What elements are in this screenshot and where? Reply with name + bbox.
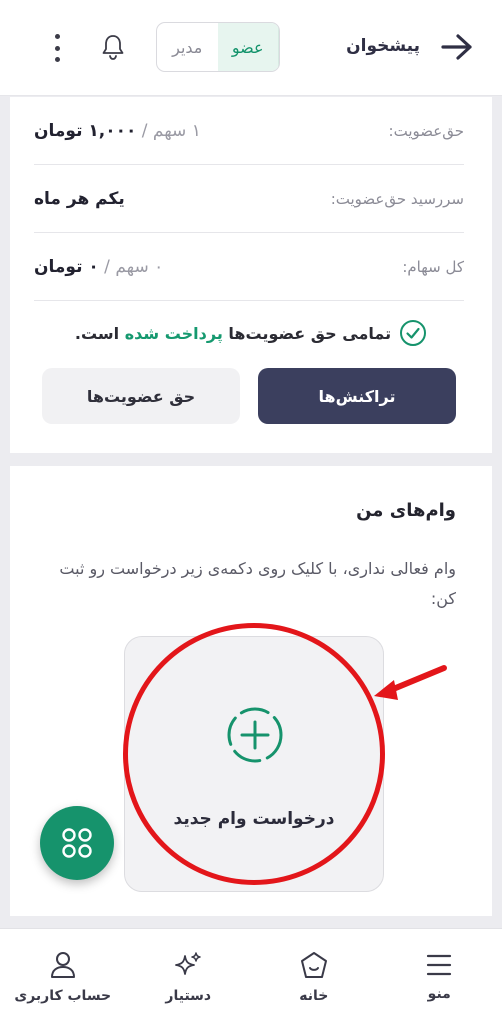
paid-status-text: تمامی حق عضویت‌ها پرداخت شده است. xyxy=(75,324,391,343)
role-manager-tab[interactable]: مدیر xyxy=(157,23,218,71)
nav-assistant[interactable]: دستیار xyxy=(126,929,252,1024)
home-icon xyxy=(300,951,327,978)
membership-due-value: یکم هر ماه xyxy=(34,188,125,209)
top-header: پیشخوان مدیر عضو xyxy=(0,0,502,96)
memberships-button[interactable]: حق عضویت‌ها xyxy=(42,368,240,424)
paid-highlight: پرداخت شده xyxy=(124,323,223,343)
page-title: پیشخوان xyxy=(346,36,420,56)
bell-icon xyxy=(102,35,124,60)
paid-suffix: است. xyxy=(74,323,120,343)
add-circle-icon xyxy=(227,707,283,763)
more-options-button[interactable] xyxy=(44,32,70,64)
user-icon xyxy=(50,951,75,978)
membership-due-label: سررسید حق‌عضویت: xyxy=(330,189,464,208)
nav-home[interactable]: خانه xyxy=(251,929,377,1024)
nav-assistant-label: دستیار xyxy=(165,987,212,1004)
more-vertical-icon xyxy=(54,34,60,39)
nav-menu[interactable]: منو xyxy=(377,929,502,1024)
membership-due-row: سررسید حق‌عضویت: یکم هر ماه xyxy=(34,165,464,233)
check-circle-icon xyxy=(400,320,427,346)
new-loan-button[interactable]: درخواست وام جدید xyxy=(124,636,384,892)
membership-fee-amount: ۱,۰۰۰ تومان xyxy=(34,120,137,141)
loans-title: وام‌های من xyxy=(356,500,456,521)
nav-account-label: حساب کاربری xyxy=(14,987,112,1004)
bottom-navigation: منو خانه دستیار حساب کاربری xyxy=(0,928,502,1024)
transactions-button[interactable]: تراکنش‌ها xyxy=(258,368,456,424)
role-switch[interactable]: مدیر عضو xyxy=(156,22,280,72)
menu-icon xyxy=(427,954,452,975)
total-shares-count: ۰ سهم / xyxy=(98,256,164,277)
more-dot xyxy=(54,45,60,51)
arrow-right-icon xyxy=(441,34,472,60)
more-dot xyxy=(54,57,60,62)
membership-actions: تراکنش‌ها حق عضویت‌ها xyxy=(42,368,456,424)
paid-status-line: تمامی حق عضویت‌ها پرداخت شده است. xyxy=(10,313,492,353)
nav-home-label: خانه xyxy=(299,987,329,1004)
role-member-tab[interactable]: عضو xyxy=(217,23,279,71)
quick-actions-button[interactable] xyxy=(40,806,114,880)
page: پیشخوان مدیر عضو حق‌عضویت: ۱ سهم / ۱,۰۰۰… xyxy=(0,0,502,1024)
sparkle-icon xyxy=(175,951,201,975)
total-shares-row: کل سهام: ۰ سهم / ۰ تومان xyxy=(34,233,464,301)
paid-prefix: تمامی حق عضویت‌ها xyxy=(228,323,392,343)
total-shares-amount: ۰ تومان xyxy=(34,256,99,277)
notifications-button[interactable] xyxy=(98,32,128,62)
total-shares-label: کل سهام: xyxy=(402,257,464,276)
loans-description: وام فعالی نداری، با کلیک روی دکمه‌ی زیر … xyxy=(59,559,456,608)
membership-card: حق‌عضویت: ۱ سهم / ۱,۰۰۰ تومان سررسید حق‌… xyxy=(10,97,492,453)
back-button[interactable] xyxy=(440,30,474,64)
grid-icon xyxy=(62,828,92,858)
membership-fee-label: حق‌عضویت: xyxy=(388,121,464,140)
nav-menu-label: منو xyxy=(427,985,451,1002)
membership-fee-shares: ۱ سهم / xyxy=(136,120,201,141)
new-loan-label: درخواست وام جدید xyxy=(173,809,335,829)
nav-account[interactable]: حساب کاربری xyxy=(0,929,126,1024)
total-shares-value: ۰ سهم / ۰ تومان xyxy=(34,257,163,277)
membership-fee-value: ۱ سهم / ۱,۰۰۰ تومان xyxy=(34,121,201,141)
membership-fee-row: حق‌عضویت: ۱ سهم / ۱,۰۰۰ تومان xyxy=(34,97,464,165)
